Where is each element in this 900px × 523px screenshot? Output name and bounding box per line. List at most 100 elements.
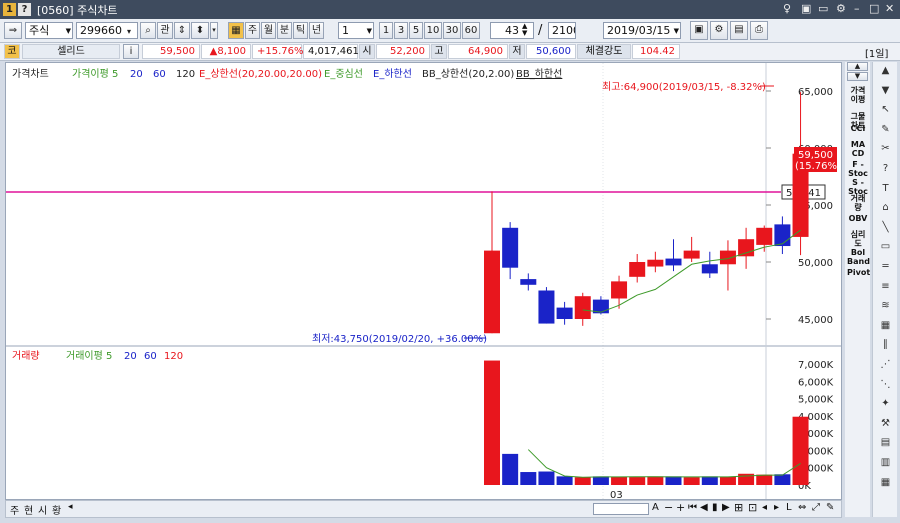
spinner-dropdown-icon[interactable]: ▾ xyxy=(210,22,218,39)
horizontal-line[interactable]: 56,141 xyxy=(6,85,826,339)
link-icon[interactable]: ⇒ xyxy=(4,22,22,39)
total-input[interactable]: 2100 xyxy=(548,22,576,39)
info-button[interactable]: i xyxy=(123,44,139,59)
unit-1[interactable]: 1 xyxy=(379,22,393,39)
print-icon[interactable]: ⎙ xyxy=(750,21,768,40)
unit-30[interactable]: 30 xyxy=(443,22,461,39)
zoom-a-icon[interactable]: A xyxy=(652,502,659,513)
help-icon[interactable]: ? xyxy=(18,3,31,16)
scroll-next-icon[interactable]: ▸ xyxy=(774,502,779,513)
period-year[interactable]: 년 xyxy=(309,22,324,39)
chart-area[interactable]: 가격차트 가격이평 5 20 60 120 E_상한선(20,20.00,20.… xyxy=(5,62,842,501)
indicator-item[interactable]: 거래 량 xyxy=(847,194,869,212)
legend-bb-lower: BB_하한선 xyxy=(516,67,562,80)
screen-icon[interactable]: ▣ xyxy=(690,21,708,40)
tool-icon[interactable]: ⚒ xyxy=(877,417,894,430)
panel-down-icon[interactable]: ▼ xyxy=(847,72,868,81)
parallel-icon[interactable]: ∥ xyxy=(877,338,894,351)
settings-icon[interactable]: ⚙ xyxy=(836,2,846,15)
pen-icon[interactable]: ✎ xyxy=(877,123,894,136)
relation-button[interactable]: 관 xyxy=(157,22,173,39)
unit-5[interactable]: 5 xyxy=(409,22,423,39)
tool-up-icon[interactable]: ▲ xyxy=(877,64,894,77)
panel-up-icon[interactable]: ▲ xyxy=(847,62,868,71)
table-icon[interactable]: ▥ xyxy=(877,456,894,469)
zoom-in-icon[interactable]: + xyxy=(676,501,685,514)
indicator-item[interactable]: 심리 도 xyxy=(847,230,869,248)
high-annotation: 최고:64,900(2019/03/15, -8.32%) xyxy=(602,81,766,93)
indicator-item[interactable]: MA CD xyxy=(847,140,869,158)
indicator-item[interactable]: Bol Band xyxy=(847,248,870,266)
close-icon[interactable]: ✕ xyxy=(885,2,894,15)
crosshair-icon[interactable]: ⊞ xyxy=(734,501,743,514)
expand-icon[interactable]: ⤢ xyxy=(812,502,820,513)
date-select[interactable]: 2019/03/15 ▼ xyxy=(603,22,681,39)
setting-icon[interactable]: ⚙ xyxy=(710,21,728,40)
market-select[interactable]: 주식 ▼ xyxy=(25,22,73,39)
indicator-item[interactable]: 가격 이평 xyxy=(847,86,869,104)
gann-icon[interactable]: ≡ xyxy=(877,280,894,293)
scroll-left-icon[interactable]: ◂ xyxy=(68,502,73,512)
cut-icon[interactable]: ✂ xyxy=(877,142,894,155)
unit-10[interactable]: 10 xyxy=(424,22,442,39)
wave-icon[interactable]: ≋ xyxy=(877,299,894,312)
price-tick: 65,000 xyxy=(798,87,833,98)
arc-icon[interactable]: ⋱ xyxy=(877,378,894,391)
maximize-icon[interactable]: □ xyxy=(869,2,879,15)
prev-next-icon[interactable]: ⇕ xyxy=(174,22,190,39)
period-week[interactable]: 주 xyxy=(245,22,260,39)
tab-market[interactable]: 시 xyxy=(38,502,47,517)
text-icon[interactable]: T xyxy=(877,182,894,195)
tab-status[interactable]: 황 xyxy=(52,502,61,517)
indicator-item[interactable]: Pivot xyxy=(847,268,870,277)
candle-body xyxy=(719,250,736,265)
tab-current[interactable]: 현 xyxy=(24,502,33,517)
code-dropdown-icon[interactable]: ▾ xyxy=(122,24,136,37)
edit-icon[interactable]: ✎ xyxy=(826,502,834,513)
count-input[interactable]: 43 xyxy=(490,22,534,39)
save-icon[interactable]: ▤ xyxy=(730,21,748,40)
minimize-icon[interactable]: – xyxy=(854,2,860,15)
updown-spinner[interactable]: ⬍ xyxy=(191,22,209,39)
shape-icon[interactable]: ⌂ xyxy=(877,201,894,214)
move-left-icon[interactable]: ◀ xyxy=(700,502,708,513)
scroll-prev-icon[interactable]: ◂ xyxy=(762,502,767,513)
zoom-out-icon[interactable]: − xyxy=(664,501,673,514)
l-icon[interactable]: L xyxy=(786,502,792,513)
tool-down-icon[interactable]: ▼ xyxy=(877,84,894,97)
period-tick[interactable]: 틱 xyxy=(293,22,308,39)
fib-icon[interactable]: ═ xyxy=(877,260,894,273)
list-icon[interactable]: ▤ xyxy=(877,436,894,449)
indicator-item[interactable]: OBV xyxy=(847,214,869,223)
pin-icon[interactable]: ♀ xyxy=(783,2,791,15)
range-icon[interactable]: ⇔ xyxy=(798,502,806,513)
move-first-icon[interactable]: ⏮ xyxy=(688,502,697,513)
help-tool-icon[interactable]: ? xyxy=(877,162,894,175)
day-period-icon[interactable]: ▦ xyxy=(228,22,244,39)
period-minute[interactable]: 분 xyxy=(277,22,292,39)
zoom-slider[interactable] xyxy=(593,503,649,515)
count-spinner-icon[interactable]: ▲ ▼ xyxy=(522,23,527,37)
move-right-icon[interactable]: ▶ xyxy=(722,502,730,513)
chart-link-icon[interactable]: ▣ xyxy=(801,2,811,15)
period-unit-select[interactable]: 1 ▼ xyxy=(338,22,374,39)
unit-3[interactable]: 3 xyxy=(394,22,408,39)
period-month[interactable]: 월 xyxy=(261,22,276,39)
mark-icon[interactable]: ✦ xyxy=(877,397,894,410)
tab-stock[interactable]: 주 xyxy=(10,502,19,517)
indicator-item[interactable]: F - Stoc xyxy=(847,160,869,178)
toolbar: ⇒ 주식 ▼ 299660 ▾ ⌕ 관 ⇕ ⬍ ▾ ▦ 주 월 분 틱 년 1 ▼ … xyxy=(0,19,900,43)
panel-icon[interactable]: ▦ xyxy=(877,476,894,489)
search-icon[interactable]: ⌕ xyxy=(140,22,156,39)
grid-icon[interactable]: ⊡ xyxy=(748,501,757,514)
cursor-icon[interactable]: ↖ xyxy=(877,103,894,116)
angle-icon[interactable]: ⋰ xyxy=(877,358,894,371)
legend-volume-ma60: 60 xyxy=(144,351,157,362)
rect-icon[interactable]: ▭ xyxy=(877,240,894,253)
indicator-item[interactable]: CCI xyxy=(847,124,869,133)
pause-icon[interactable]: ▮ xyxy=(712,502,718,513)
unit-60[interactable]: 60 xyxy=(462,22,480,39)
grid-tool-icon[interactable]: ▦ xyxy=(877,319,894,332)
trendline-icon[interactable]: ╲ xyxy=(877,221,894,234)
restore-icon[interactable]: ▭ xyxy=(818,2,828,15)
